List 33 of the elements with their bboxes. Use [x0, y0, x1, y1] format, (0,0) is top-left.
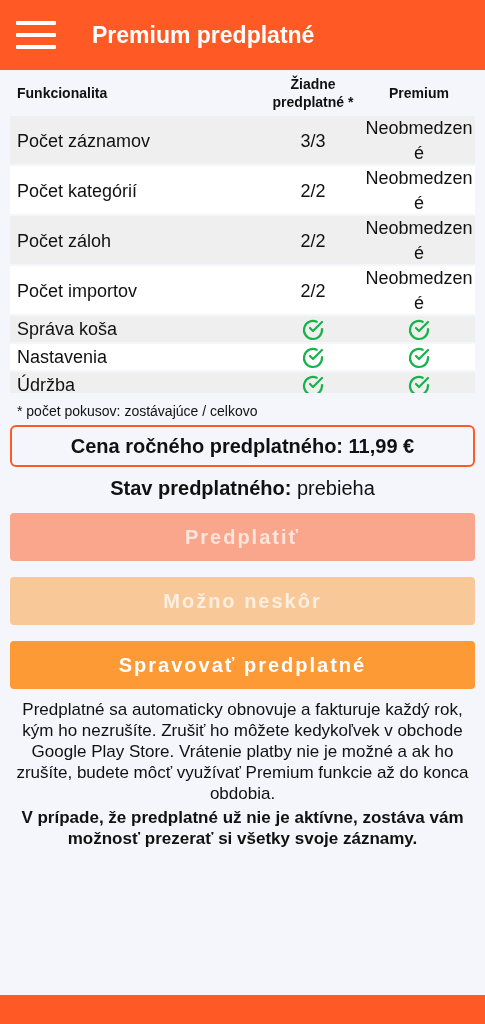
check-circle-icon: [407, 317, 431, 342]
menu-icon[interactable]: [16, 21, 56, 49]
column-header: Funkcionalita: [16, 83, 109, 103]
check-circle-icon: [407, 345, 431, 370]
table-cell-text: Počet záznamov: [16, 129, 152, 153]
check-circle-icon: [301, 317, 325, 342]
table-cell-text: Správa koša: [16, 318, 119, 341]
table-cell-text: Údržba: [16, 373, 77, 393]
table-cell-text: Počet importov: [16, 279, 139, 303]
table-cell-text: Neobmedzené: [364, 217, 474, 265]
action-button[interactable]: Spravovať predplatné: [10, 641, 475, 689]
table-cell-text: Neobmedzené: [364, 267, 474, 315]
note-text: V prípade, že predplatné už nie je aktívne, zostáva vám možnosť prezerať si všetky svoje záznamy.: [20, 807, 465, 849]
table-cell-text: 2/2: [299, 229, 327, 253]
table-cell-text: Počet kategórií: [16, 179, 139, 203]
check-circle-icon: [301, 373, 325, 393]
table-cell-text: Neobmedzené: [364, 117, 474, 165]
column-header: Premium: [388, 83, 450, 103]
table-cell-text: Nastavenia: [16, 346, 109, 369]
column-header: Žiadne predplatné *: [271, 75, 355, 111]
app-title: Premium predplatné: [92, 20, 315, 50]
footnote: * počet pokusov: zostávajúce / celkovo: [16, 402, 259, 421]
check-circle-icon: [407, 373, 431, 393]
table-cell-text: Neobmedzené: [364, 167, 474, 215]
check-circle-icon: [301, 345, 325, 370]
info-text: Predplatné sa automaticky obnovuje a fakturuje každý rok, kým ho nezrušíte. Zrušiť ho môžete kedykoľvek v obchode Google Play Store. Vrátenie platby nie je možné a ak ho zrušíte, budete môcť využívať Premium funkcie až do konca obdobia.: [15, 699, 470, 804]
status-label: Stav predplatného:: [110, 477, 292, 499]
table-cell-text: 2/2: [299, 179, 327, 203]
price-label: Cena ročného predplatného: 11,99 €: [10, 425, 475, 467]
status-value: prebieha: [296, 477, 375, 499]
table-cell-text: 2/2: [299, 279, 327, 303]
table-cell-text: Počet záloh: [16, 229, 113, 253]
table-cell-text: 3/3: [299, 129, 327, 153]
